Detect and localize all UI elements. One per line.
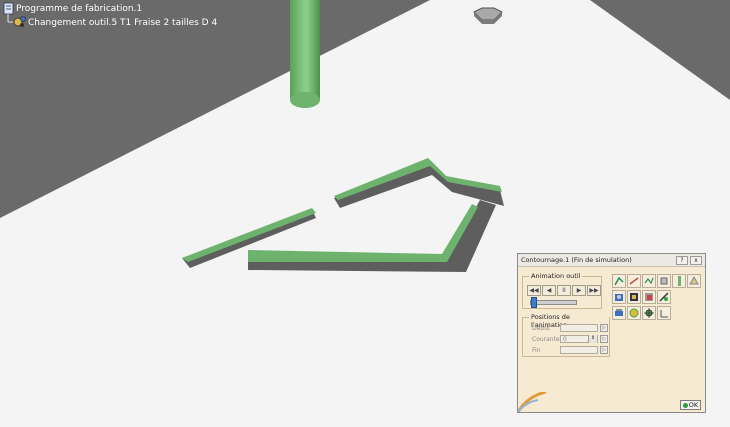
animation-slider-track[interactable] bbox=[530, 300, 577, 305]
simulation-dialog: Contournage.1 (Fin de simulation) ? x An… bbox=[517, 253, 706, 413]
ok-check-icon bbox=[682, 402, 688, 408]
close-button[interactable]: x bbox=[690, 255, 702, 265]
play-forward-icon[interactable]: ▶ bbox=[572, 285, 586, 296]
dialog-title-bar[interactable]: Contournage.1 (Fin de simulation) ? x bbox=[518, 254, 705, 267]
video-mode-icon[interactable] bbox=[627, 290, 641, 304]
debut-pick-button[interactable]: ▷ bbox=[600, 324, 608, 332]
animation-slider-thumb[interactable] bbox=[531, 297, 537, 308]
courante-pick-button[interactable]: ▷ bbox=[600, 335, 608, 343]
tree-item-program[interactable]: Programme de fabrication.1 bbox=[2, 2, 217, 16]
tool-display-icon[interactable] bbox=[672, 274, 686, 288]
ok-label: OK bbox=[688, 401, 699, 409]
courante-label: Courante bbox=[532, 336, 560, 343]
settings-icon[interactable] bbox=[642, 306, 656, 320]
courante-spinner[interactable]: ⇕ bbox=[588, 335, 597, 343]
help-button[interactable]: ? bbox=[676, 255, 688, 265]
cutting-tool-tip bbox=[290, 92, 320, 108]
tree-item-tool-change[interactable]: Changement outil.5 T1 Fraise 2 tailles D… bbox=[2, 16, 217, 30]
animation-group-legend: Animation outil bbox=[529, 272, 583, 280]
point-display-icon[interactable] bbox=[657, 274, 671, 288]
tool-axis-icon[interactable] bbox=[657, 306, 671, 320]
path-display-icon[interactable] bbox=[642, 274, 656, 288]
dialog-corner-decoration bbox=[518, 392, 546, 412]
analysis-icon[interactable] bbox=[612, 306, 626, 320]
fin-field[interactable] bbox=[560, 346, 598, 354]
pause-icon[interactable]: II bbox=[557, 285, 571, 296]
fast-forward-icon[interactable]: ▶▶ bbox=[587, 285, 601, 296]
animation-group: Animation outil ◀◀ ◀ II ▶ ▶▶ bbox=[522, 272, 602, 309]
tool-path-icon[interactable] bbox=[612, 274, 626, 288]
tool-trace-icon[interactable] bbox=[627, 274, 641, 288]
tree-item-label: Programme de fabrication.1 bbox=[16, 4, 143, 14]
video-icon[interactable] bbox=[687, 274, 701, 288]
fin-pick-button[interactable]: ▷ bbox=[600, 346, 608, 354]
ok-button[interactable]: OK bbox=[680, 400, 701, 410]
rewind-to-start-icon[interactable]: ◀◀ bbox=[527, 285, 541, 296]
fin-label: Fin bbox=[532, 347, 541, 354]
dialog-title: Contournage.1 (Fin de simulation) bbox=[521, 256, 632, 264]
collision-check-icon[interactable] bbox=[657, 290, 671, 304]
specification-tree: Programme de fabrication.1 Changement ou… bbox=[2, 2, 217, 30]
photo-mode-icon[interactable] bbox=[612, 290, 626, 304]
debut-field[interactable] bbox=[560, 324, 598, 332]
positions-group: Positions de l'animation Début ▷ Courant… bbox=[522, 313, 610, 357]
debut-label: Début bbox=[532, 325, 551, 332]
tree-item-label: Changement outil.5 T1 Fraise 2 tailles D… bbox=[28, 18, 218, 28]
step-back-icon[interactable]: ◀ bbox=[542, 285, 556, 296]
compare-icon[interactable] bbox=[627, 306, 641, 320]
cutting-tool bbox=[290, 0, 320, 100]
material-removal-icon[interactable] bbox=[642, 290, 656, 304]
